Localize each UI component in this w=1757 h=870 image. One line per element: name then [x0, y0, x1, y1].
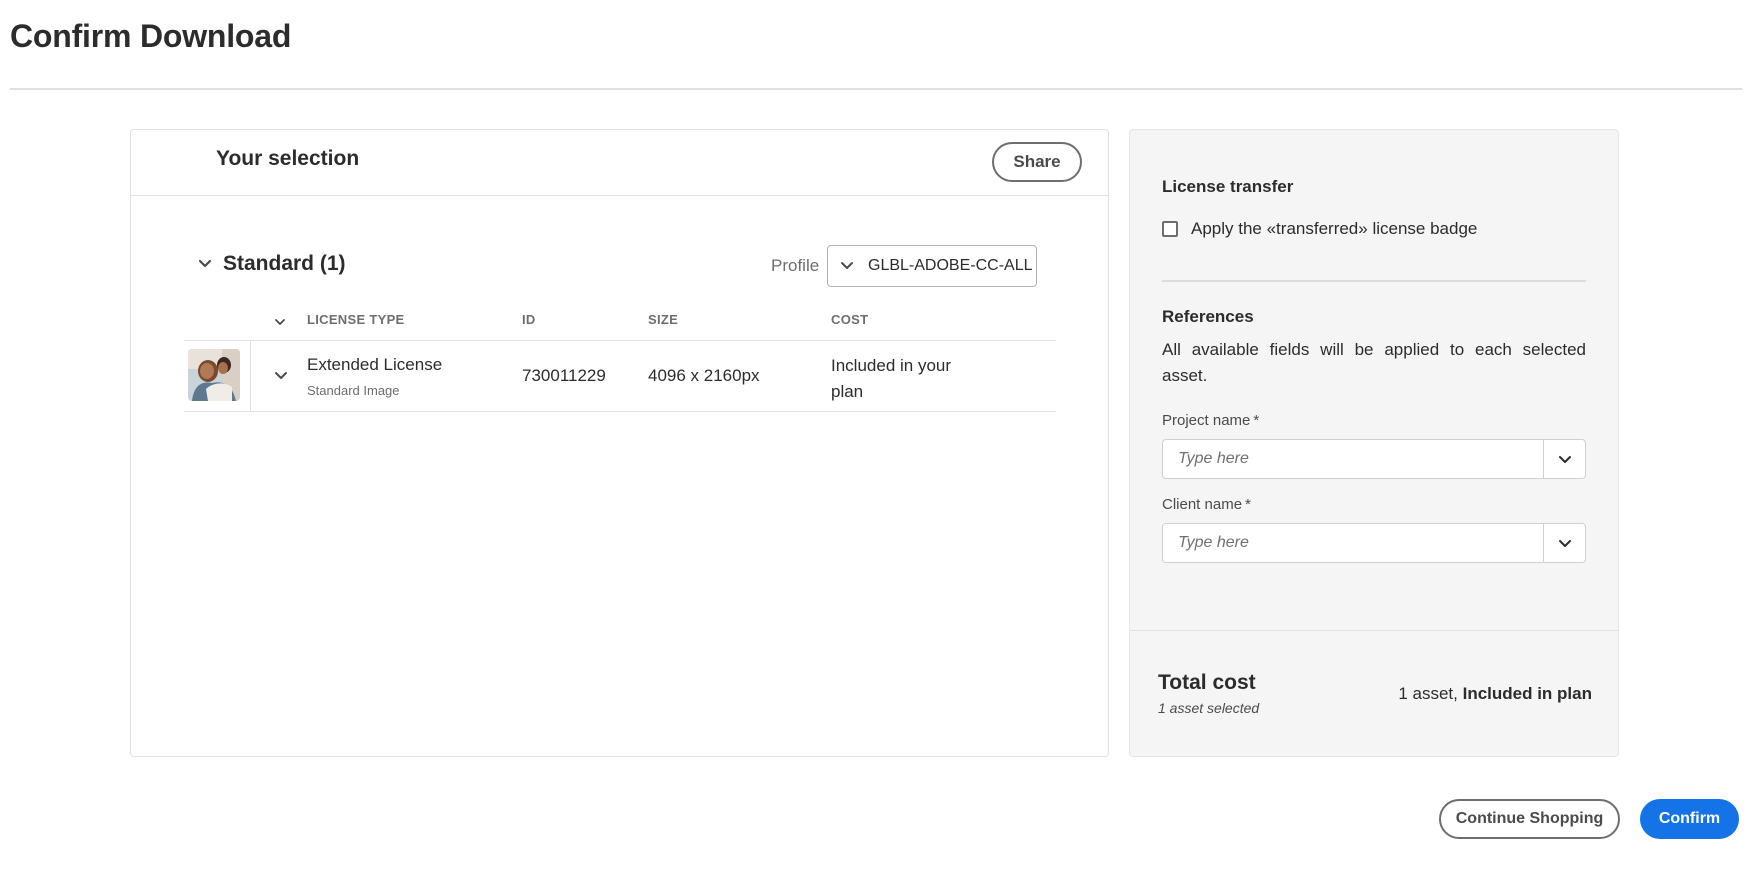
- column-header-cost: COST: [831, 312, 869, 327]
- project-name-dropdown-button[interactable]: [1543, 440, 1585, 478]
- license-type: Extended License: [307, 355, 443, 374]
- client-name-dropdown-button[interactable]: [1543, 524, 1585, 562]
- chevron-down-icon: [1559, 540, 1571, 547]
- project-name-label: Project name *: [1162, 412, 1260, 429]
- chevron-down-icon[interactable]: [274, 316, 286, 328]
- license-transfer-heading: License transfer: [1162, 177, 1294, 196]
- chevron-down-icon[interactable]: [274, 369, 288, 383]
- continue-shopping-button[interactable]: Continue Shopping: [1439, 799, 1620, 839]
- group-title: Standard (1): [223, 252, 346, 275]
- project-name-input[interactable]: [1163, 440, 1543, 478]
- references-heading: References: [1162, 307, 1254, 326]
- selection-header: Your selection Share: [131, 130, 1108, 196]
- image-thumbnail[interactable]: [188, 349, 240, 401]
- profile-label: Profile: [771, 256, 820, 275]
- total-summary: 1 asset, Included in plan: [1398, 684, 1592, 703]
- total-cost-title: Total cost: [1158, 671, 1256, 694]
- references-description: All available fields will be applied to …: [1162, 340, 1586, 385]
- total-divider: [1130, 630, 1618, 631]
- required-mark: *: [1253, 412, 1260, 429]
- total-cost-subtitle: 1 asset selected: [1158, 700, 1260, 716]
- selection-title: Your selection: [216, 147, 360, 170]
- column-header-size: SIZE: [648, 312, 679, 327]
- chevron-down-icon: [1559, 456, 1571, 463]
- side-panel: License transfer Apply the «transferred»…: [1129, 129, 1619, 757]
- asset-cost: Included in your plan: [831, 356, 952, 401]
- license-subtype: Standard Image: [307, 383, 400, 398]
- project-name-combobox[interactable]: [1162, 439, 1586, 479]
- transferred-badge-label[interactable]: Apply the «transferred» license badge: [1191, 219, 1477, 239]
- profile-select[interactable]: GLBL-ADOBE-CC-ALL: [827, 245, 1037, 287]
- client-name-label: Client name *: [1162, 496, 1251, 513]
- transferred-badge-checkbox[interactable]: [1162, 221, 1178, 237]
- table-row: Extended License Standard Image 73001122…: [184, 341, 1056, 412]
- client-name-combobox[interactable]: [1162, 523, 1586, 563]
- chevron-down-icon[interactable]: [197, 256, 213, 272]
- asset-id: 730011229: [522, 366, 606, 385]
- row-divider: [250, 341, 251, 411]
- profile-value: GLBL-ADOBE-CC-ALL: [868, 257, 1033, 274]
- confirm-button[interactable]: Confirm: [1640, 799, 1739, 839]
- client-name-input[interactable]: [1163, 524, 1543, 562]
- share-button[interactable]: Share: [992, 142, 1082, 182]
- selection-card: Your selection Share Standard (1) Profil…: [130, 129, 1109, 757]
- page-title: Confirm Download: [10, 18, 292, 54]
- title-divider: [10, 88, 1742, 90]
- required-mark: *: [1245, 496, 1251, 513]
- panel-divider: [1162, 280, 1586, 282]
- asset-size: 4096 x 2160px: [648, 366, 760, 385]
- column-header-license-type: LICENSE TYPE: [307, 312, 405, 327]
- column-header-id: ID: [522, 312, 536, 327]
- table-header: LICENSE TYPE ID SIZE COST: [184, 300, 1056, 341]
- chevron-down-icon: [841, 262, 853, 269]
